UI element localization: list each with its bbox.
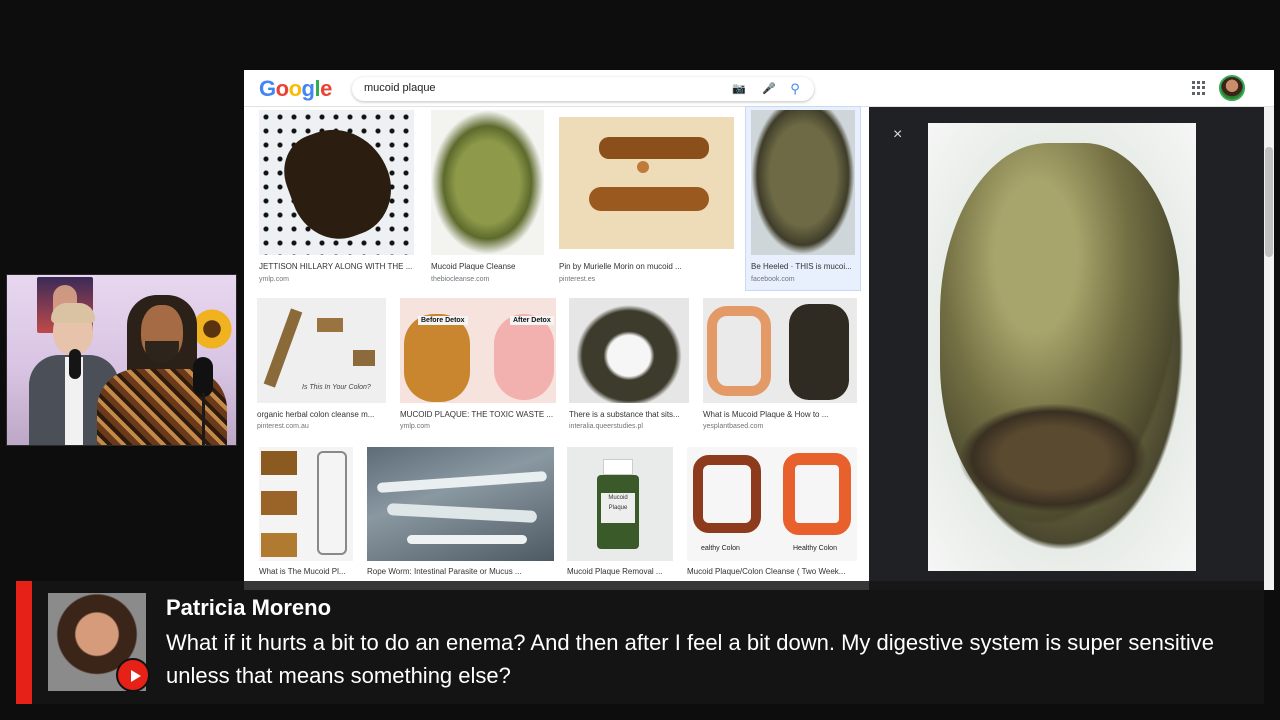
mic-stand — [202, 393, 205, 445]
result-image[interactable] — [367, 447, 554, 561]
result-caption[interactable]: Rope Worm: Intestinal Parasite or Mucus … — [367, 567, 554, 576]
result-source: facebook.com — [751, 276, 795, 283]
preview-image[interactable] — [928, 123, 1196, 571]
result-image[interactable] — [569, 298, 689, 403]
result-card[interactable]: JETTISON HILLARY ALONG WITH THE ... ymlp… — [259, 110, 414, 290]
camera-icon[interactable]: 📷 — [732, 82, 746, 96]
image-preview-panel: × — [869, 107, 1274, 590]
result-card[interactable]: Mucoid Plaque Cleanse thebiocleanse.com — [431, 110, 544, 290]
apps-grid-icon[interactable] — [1192, 81, 1206, 95]
unhealthy-colon-label: ealthy Colon — [701, 545, 740, 552]
result-caption[interactable]: Mucoid Plaque/Colon Cleanse ( Two Week..… — [687, 567, 857, 576]
result-image[interactable]: Before Detox After Detox — [400, 298, 556, 403]
result-image[interactable] — [431, 110, 544, 255]
chat-highlight-overlay: Patricia Moreno What if it hurts a bit t… — [16, 581, 1264, 704]
after-detox-label: After Detox — [510, 316, 554, 325]
result-image[interactable] — [751, 110, 855, 255]
result-caption[interactable]: JETTISON HILLARY ALONG WITH THE ... — [259, 262, 414, 271]
result-image[interactable] — [259, 447, 353, 561]
result-image[interactable]: Mucoid Plaque — [567, 447, 673, 561]
result-caption[interactable]: Be Heeled · THIS is mucoi... — [751, 262, 855, 271]
result-caption[interactable]: There is a substance that sits... — [569, 410, 689, 419]
microphone-right — [193, 357, 213, 397]
search-icon[interactable]: ⚲ — [788, 82, 802, 96]
result-card[interactable]: ealthy Colon Healthy Colon Mucoid Plaque… — [687, 447, 857, 587]
stream-stage: Google mucoid plaque 📷 🎤 ⚲ JETTISON HILL… — [0, 0, 1280, 720]
result-caption[interactable]: MUCOID PLAQUE: THE TOXIC WASTE ... — [400, 410, 556, 419]
result-card[interactable]: What is Mucoid Plaque & How to ... yespl… — [703, 298, 857, 430]
image-overlay-text: Is This In Your Colon? — [302, 384, 371, 391]
browser-window: Google mucoid plaque 📷 🎤 ⚲ JETTISON HILL… — [244, 70, 1274, 590]
result-card[interactable]: What is The Mucoid Pl... — [259, 447, 353, 587]
chat-author-name: Patricia Moreno — [166, 595, 332, 620]
close-icon[interactable]: × — [893, 127, 902, 143]
result-card-selected[interactable]: Be Heeled · THIS is mucoi... facebook.co… — [745, 106, 861, 291]
chat-message-text: What if it hurts a bit to do an enema? A… — [166, 630, 1214, 688]
result-caption[interactable]: organic herbal colon cleanse m... — [257, 410, 386, 419]
bottle-label: Mucoid Plaque — [601, 493, 635, 523]
result-card[interactable]: Rope Worm: Intestinal Parasite or Mucus … — [367, 447, 554, 587]
result-caption[interactable]: Pin by Murielle Morin on mucoid ... — [559, 262, 734, 271]
page-scrollbar[interactable] — [1264, 107, 1274, 590]
webcam-feed — [6, 274, 237, 446]
result-source: interalia.queerstudies.pl — [569, 423, 643, 430]
result-card[interactable]: Is This In Your Colon? organic herbal co… — [257, 298, 386, 430]
result-image[interactable] — [259, 110, 414, 255]
result-source: pinterest.com.au — [257, 423, 309, 430]
result-image[interactable] — [703, 298, 857, 403]
microphone-left — [69, 349, 81, 379]
youtube-icon — [116, 658, 150, 692]
image-results-grid: JETTISON HILLARY ALONG WITH THE ... ymlp… — [244, 106, 868, 590]
mic-icon[interactable]: 🎤 — [762, 82, 776, 96]
result-image[interactable] — [559, 117, 734, 249]
healthy-colon-label: Healthy Colon — [793, 545, 837, 552]
result-image[interactable]: ealthy Colon Healthy Colon — [687, 447, 857, 561]
search-query[interactable]: mucoid plaque — [364, 82, 436, 94]
result-caption[interactable]: What is Mucoid Plaque & How to ... — [703, 410, 857, 419]
google-topbar: Google mucoid plaque 📷 🎤 ⚲ — [244, 70, 1274, 107]
result-source: pinterest.es — [559, 276, 596, 283]
result-source: thebiocleanse.com — [431, 276, 490, 283]
result-source: ymlp.com — [400, 423, 430, 430]
result-caption[interactable]: What is The Mucoid Pl... — [259, 567, 353, 576]
chat-accent-bar — [16, 581, 32, 704]
scrollbar-thumb[interactable] — [1265, 147, 1273, 257]
result-caption[interactable]: Mucoid Plaque Cleanse — [431, 262, 544, 271]
before-detox-label: Before Detox — [418, 316, 468, 325]
result-card[interactable]: Pin by Murielle Morin on mucoid ... pint… — [559, 110, 734, 290]
result-card[interactable]: Mucoid Plaque Mucoid Plaque Removal ... — [567, 447, 673, 587]
result-card[interactable]: Before Detox After Detox MUCOID PLAQUE: … — [400, 298, 556, 430]
search-input[interactable]: mucoid plaque 📷 🎤 ⚲ — [352, 77, 814, 101]
result-source: ymlp.com — [259, 276, 289, 283]
result-source: yesplantbased.com — [703, 423, 764, 430]
result-image[interactable]: Is This In Your Colon? — [257, 298, 386, 403]
google-logo[interactable]: Google — [259, 76, 332, 102]
account-avatar[interactable] — [1219, 75, 1245, 101]
result-caption[interactable]: Mucoid Plaque Removal ... — [567, 567, 673, 576]
result-card[interactable]: There is a substance that sits... intera… — [569, 298, 689, 430]
